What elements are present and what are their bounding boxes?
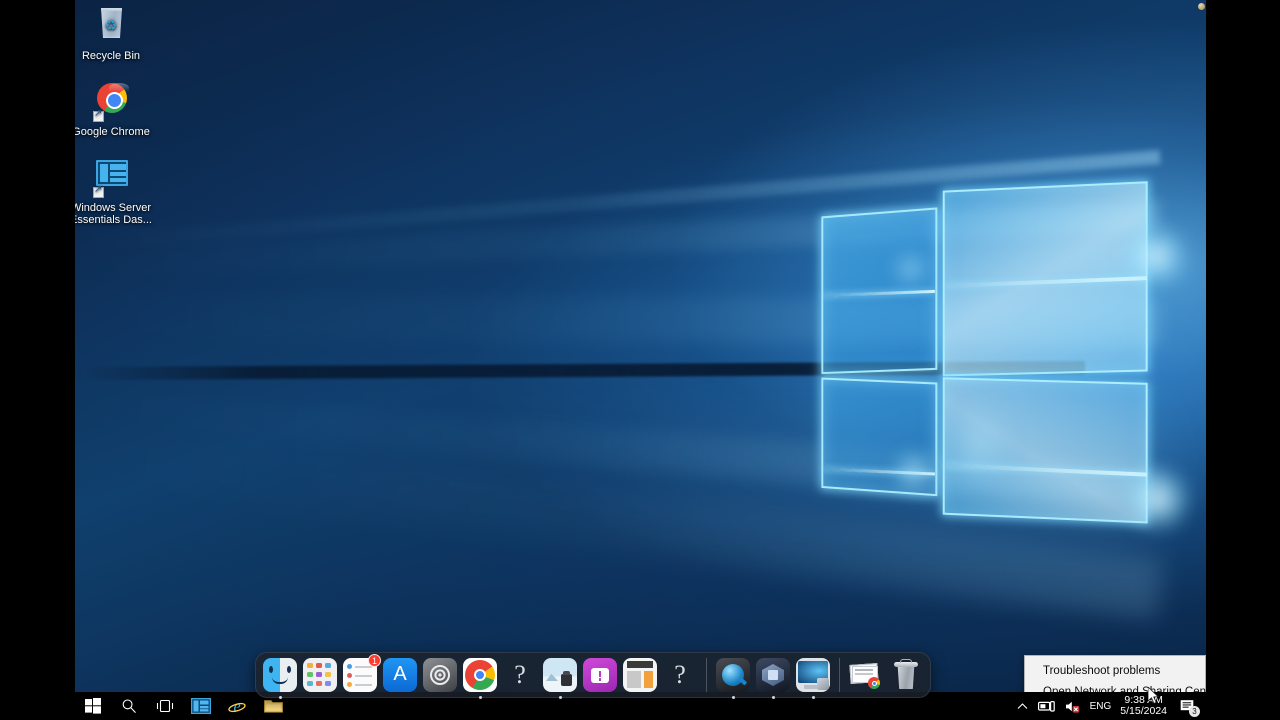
- speaker-muted-icon: [1065, 701, 1079, 713]
- dock-badge: 1: [368, 654, 381, 667]
- screenshot-root: ♻ Recycle Bin Google Chrome Windows Serv…: [0, 0, 1280, 720]
- desktop-icon-label: Recycle Bin: [81, 50, 141, 62]
- dock-item-reminders[interactable]: 1: [342, 654, 381, 693]
- desktop-icon-label: Windows Server Essentials Das...: [75, 202, 152, 226]
- show-hidden-icons-button[interactable]: [1012, 692, 1033, 720]
- windows-vm-icon: [796, 658, 830, 692]
- wallpaper-glow: [955, 400, 1001, 490]
- desktop-icon-recycle-bin[interactable]: ♻ Recycle Bin: [75, 6, 157, 62]
- desktop-wallpaper: [75, 0, 1206, 720]
- dock-item-app-store[interactable]: A: [382, 657, 418, 693]
- language-indicator[interactable]: ENG: [1085, 692, 1117, 720]
- dock-separator: [706, 658, 707, 692]
- trash-icon: [889, 658, 923, 692]
- folder-icon: [263, 700, 283, 713]
- question-mark-icon: ?: [674, 660, 686, 689]
- documents-stack-icon: [849, 658, 883, 692]
- dock-item-system-preferences[interactable]: [422, 657, 458, 693]
- dock-running-indicator: [478, 696, 482, 699]
- dashboard-icon: [191, 698, 211, 714]
- taskbar-item-windows-server-essentials-dashboard[interactable]: [183, 692, 219, 720]
- dock-item-messages[interactable]: [582, 657, 618, 693]
- finder-icon: [263, 658, 297, 692]
- gear-icon: [423, 658, 457, 692]
- question-mark-icon: ?: [514, 660, 526, 689]
- virtual-machine-screen: ♻ Recycle Bin Google Chrome Windows Serv…: [75, 0, 1206, 720]
- search-icon: [122, 699, 136, 713]
- calculator-icon: [623, 658, 657, 692]
- wallpaper-glow: [1121, 226, 1191, 286]
- preview-icon: [543, 658, 577, 692]
- start-button[interactable]: [75, 692, 111, 720]
- chevron-up-icon: [1017, 702, 1027, 709]
- desktop-icon-windows-server-essentials-dashboard[interactable]: Windows Server Essentials Das...: [75, 158, 157, 226]
- messages-icon: [583, 658, 617, 692]
- wallpaper-glow: [891, 452, 937, 492]
- dock-item-calculator[interactable]: [622, 657, 658, 693]
- taskbar-item-internet-explorer[interactable]: e: [219, 692, 255, 720]
- launchpad-icon: [303, 658, 337, 692]
- task-view-button[interactable]: [147, 692, 183, 720]
- google-chrome-icon: [463, 658, 497, 692]
- menu-item-troubleshoot-problems[interactable]: Troubleshoot problems: [1025, 661, 1205, 682]
- dock-separator: [839, 658, 840, 692]
- task-view-icon: [156, 699, 174, 713]
- windows-logo-icon: [85, 698, 101, 714]
- dock-running-indicator: [278, 696, 282, 699]
- desktop-icon-label: Google Chrome: [75, 126, 150, 138]
- dock-item-unknown-app[interactable]: ?: [502, 657, 538, 693]
- dock-item-google-chrome[interactable]: [462, 657, 498, 699]
- wallpaper-glow: [1121, 468, 1195, 530]
- virtualbox-icon: [756, 658, 790, 692]
- macos-dock: 1 A ? ?: [255, 652, 931, 699]
- app-store-icon: A: [383, 658, 417, 692]
- dock-item-virtualbox[interactable]: [755, 657, 791, 699]
- dock-item-quicktime-player[interactable]: [715, 657, 751, 699]
- dock-running-indicator: [811, 696, 815, 699]
- wallpaper-glow: [891, 252, 931, 286]
- search-button[interactable]: [111, 692, 147, 720]
- screen-corner-dot: [1198, 3, 1205, 10]
- system-tray: ENG 9:38 AM 5/15/2024 3: [1012, 692, 1206, 720]
- action-center-button[interactable]: 3: [1174, 692, 1202, 720]
- dock-item-preview[interactable]: [542, 657, 578, 699]
- dock-item-parallels-windows-vm[interactable]: [795, 657, 831, 699]
- dock-running-indicator: [558, 696, 562, 699]
- dock-item-trash[interactable]: [888, 657, 924, 693]
- network-tray-icon[interactable]: [1033, 692, 1060, 720]
- dock-item-documents-stack[interactable]: [848, 657, 884, 693]
- desktop-icon-google-chrome[interactable]: Google Chrome: [75, 82, 157, 138]
- action-center-badge: 3: [1189, 706, 1200, 717]
- network-icon: [1037, 700, 1055, 712]
- dock-item-unknown-app-2[interactable]: ?: [662, 657, 698, 693]
- dock-item-finder[interactable]: [262, 657, 298, 699]
- google-chrome-icon: [91, 82, 131, 122]
- clock-date: 5/15/2024: [1120, 705, 1167, 717]
- dock-item-launchpad[interactable]: [302, 657, 338, 693]
- clock[interactable]: 9:38 AM 5/15/2024: [1116, 692, 1174, 720]
- quicktime-icon: [716, 658, 750, 692]
- svg-text:e: e: [233, 699, 240, 716]
- dock-running-indicator: [771, 696, 775, 699]
- dashboard-icon: [91, 158, 131, 198]
- dock-running-indicator: [731, 696, 735, 699]
- internet-explorer-icon: e: [228, 699, 246, 716]
- recycle-bin-icon: ♻: [91, 6, 131, 46]
- volume-tray-icon[interactable]: [1060, 692, 1085, 720]
